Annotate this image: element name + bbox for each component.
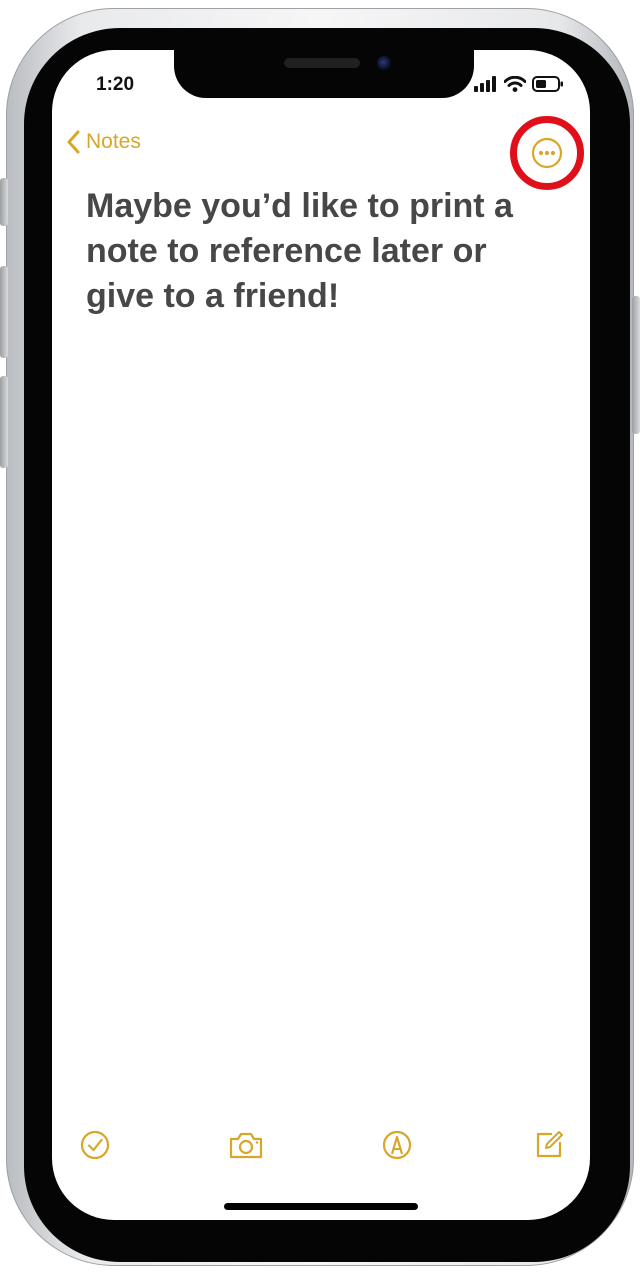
- ellipsis-circle-icon[interactable]: [530, 136, 564, 170]
- chevron-left-icon: [67, 130, 80, 154]
- notch: [174, 50, 474, 98]
- front-camera: [377, 56, 391, 70]
- checkmark-circle-icon[interactable]: [78, 1128, 112, 1162]
- camera-icon[interactable]: [228, 1128, 264, 1162]
- battery-icon: [532, 76, 563, 92]
- compose-icon[interactable]: [532, 1128, 566, 1162]
- earpiece-speaker: [284, 58, 360, 68]
- note-body[interactable]: Maybe you’d like to print a note to refe…: [86, 184, 556, 319]
- side-button: [632, 296, 640, 434]
- status-time: 1:20: [96, 74, 135, 95]
- cellular-signal-icon: [474, 76, 496, 92]
- volume-down-button: [0, 376, 8, 468]
- screen: 1:20 Notes Maybe you’d like to print a n…: [52, 50, 590, 1220]
- home-indicator[interactable]: [224, 1203, 418, 1210]
- status-indicators: [474, 76, 564, 92]
- more-button-container: [510, 116, 584, 190]
- volume-up-button: [0, 266, 8, 358]
- wifi-icon: [504, 76, 526, 92]
- bottom-toolbar: [52, 1128, 590, 1168]
- back-button[interactable]: Notes: [66, 130, 141, 154]
- silent-switch: [0, 178, 8, 226]
- pen-tip-circle-icon[interactable]: [380, 1128, 414, 1162]
- back-label: Notes: [86, 130, 141, 153]
